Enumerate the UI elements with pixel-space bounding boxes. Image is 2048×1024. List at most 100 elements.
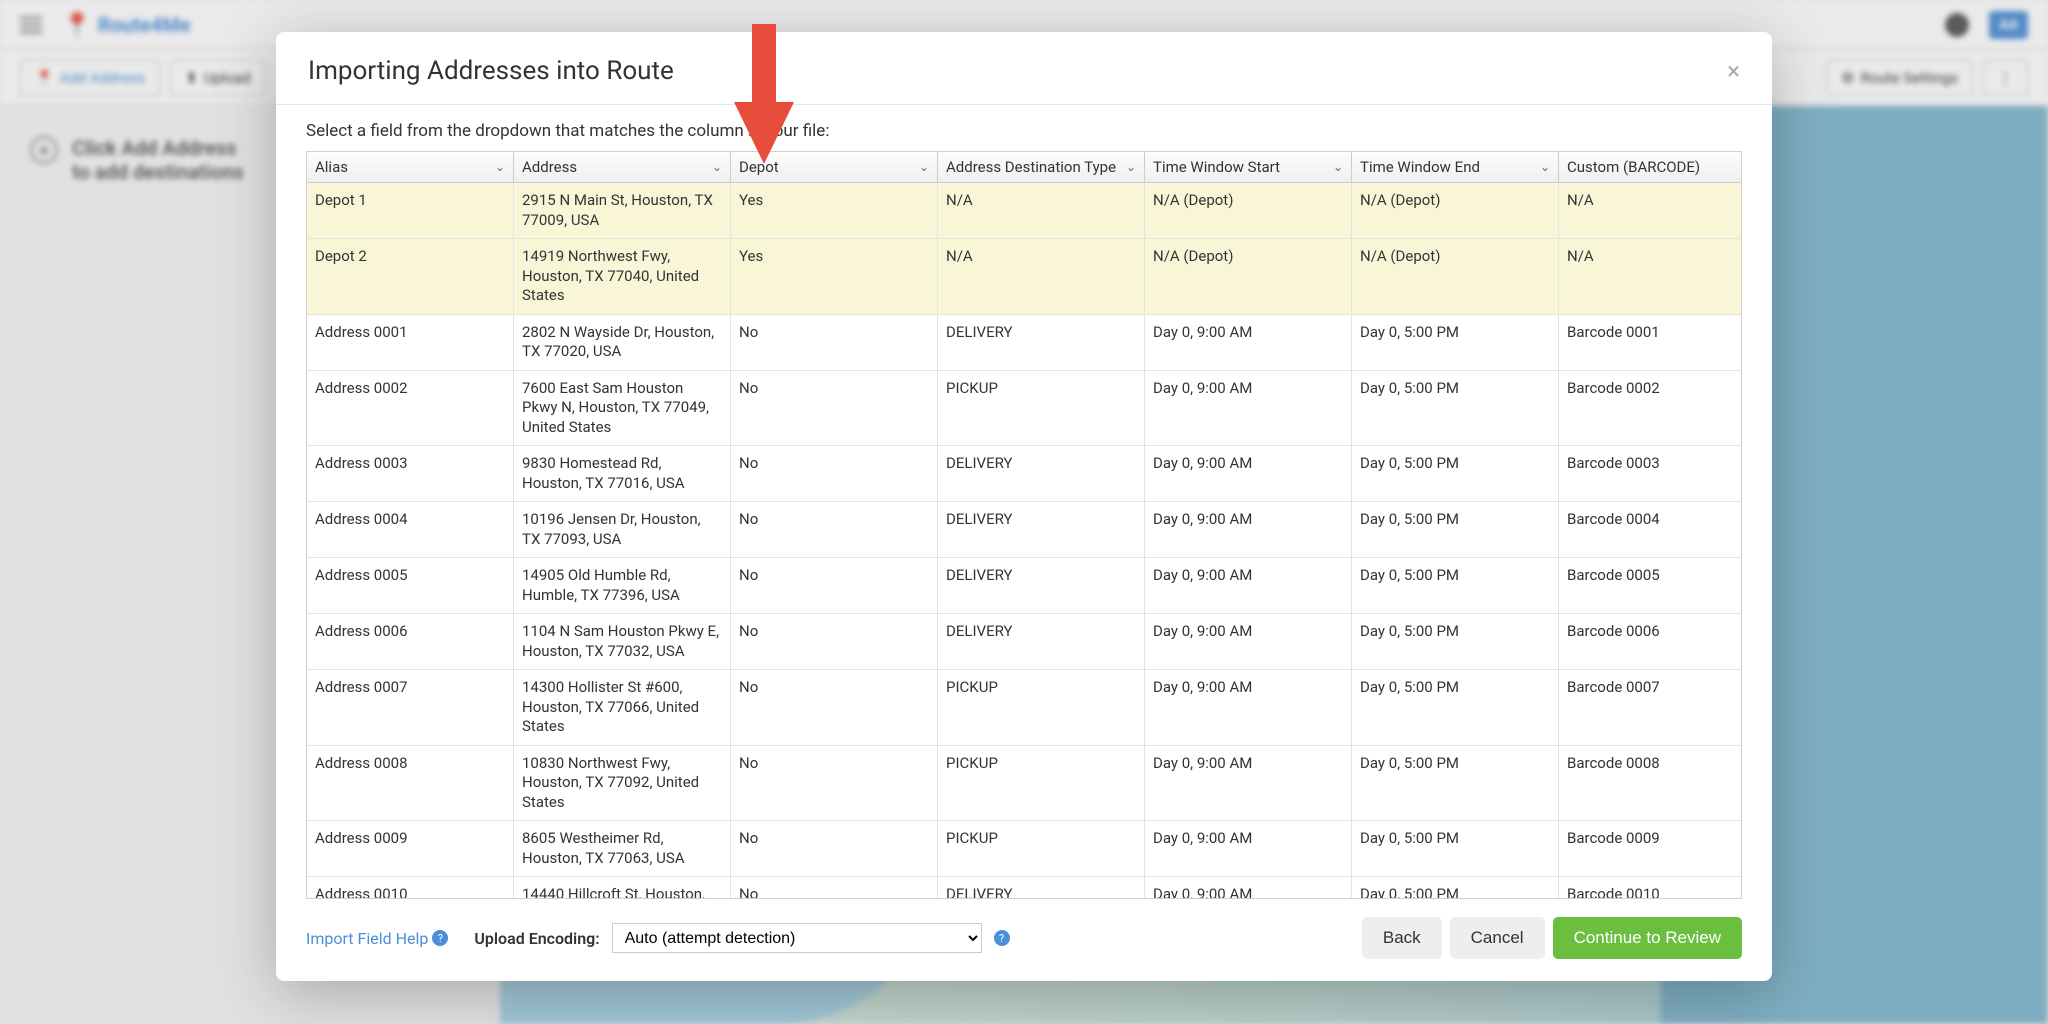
table-cell: No (731, 502, 938, 557)
table-cell: Address 0005 (307, 558, 514, 613)
column-dropdown[interactable]: Time Window End ⌄ (1352, 152, 1559, 182)
table-cell: Address 0006 (307, 614, 514, 669)
table-cell: 7600 East Sam Houston Pkwy N, Houston, T… (514, 371, 731, 446)
table-cell: Day 0, 5:00 PM (1352, 446, 1559, 501)
table-cell: Day 0, 9:00 AM (1145, 558, 1352, 613)
table-cell: Day 0, 9:00 AM (1145, 614, 1352, 669)
table-cell: PICKUP (938, 371, 1145, 446)
column-label: Time Window Start (1153, 158, 1280, 176)
continue-to-review-button[interactable]: Continue to Review (1553, 917, 1742, 959)
table-cell: Barcode 0007 (1559, 670, 1741, 745)
table-cell: DELIVERY (938, 558, 1145, 613)
table-cell: 10830 Northwest Fwy, Houston, TX 77092, … (514, 746, 731, 821)
table-cell: Day 0, 9:00 AM (1145, 821, 1352, 876)
chevron-down-icon: ⌄ (1126, 160, 1136, 174)
table-cell: Day 0, 5:00 PM (1352, 315, 1559, 370)
table-cell: 8605 Westheimer Rd, Houston, TX 77063, U… (514, 821, 731, 876)
table-cell: Day 0, 5:00 PM (1352, 614, 1559, 669)
table-cell: 14300 Hollister St #600, Houston, TX 770… (514, 670, 731, 745)
table-cell: Barcode 0005 (1559, 558, 1741, 613)
encoding-select[interactable]: Auto (attempt detection) (612, 923, 982, 953)
table-cell: 14440 Hillcroft St, Houston, TX 77085, U… (514, 877, 731, 899)
mapping-table: Alias⌄Address⌄Depot⌄Address Destination … (306, 151, 1742, 899)
table-row: Address 000714300 Hollister St #600, Hou… (307, 670, 1741, 746)
chevron-down-icon: ⌄ (1540, 160, 1550, 174)
chevron-down-icon: ⌄ (1333, 160, 1343, 174)
column-label: Address (522, 158, 577, 176)
table-cell: Depot 2 (307, 239, 514, 314)
table-cell: Address 0008 (307, 746, 514, 821)
table-row: Address 00039830 Homestead Rd, Houston, … (307, 446, 1741, 502)
table-cell: PICKUP (938, 670, 1145, 745)
table-cell: Barcode 0006 (1559, 614, 1741, 669)
column-dropdown[interactable]: Alias⌄ (307, 152, 514, 182)
import-field-help-link[interactable]: Import Field Help ? (306, 929, 448, 948)
column-dropdown[interactable]: Depot⌄ (731, 152, 938, 182)
table-cell: Address 0003 (307, 446, 514, 501)
table-cell: No (731, 670, 938, 745)
column-dropdown[interactable]: Custom (BARCODE)⌄ (1559, 152, 1742, 182)
column-label: Address Destination Type (946, 158, 1116, 176)
column-dropdown[interactable]: Time Window Start ⌄ (1145, 152, 1352, 182)
table-cell: Yes (731, 239, 938, 314)
table-row: Depot 12915 N Main St, Houston, TX 77009… (307, 183, 1741, 239)
table-cell: No (731, 821, 938, 876)
table-cell: Address 0001 (307, 315, 514, 370)
table-cell: 14919 Northwest Fwy, Houston, TX 77040, … (514, 239, 731, 314)
import-addresses-modal: Importing Addresses into Route × Select … (276, 32, 1772, 981)
column-dropdown[interactable]: Address ⌄ (514, 152, 731, 182)
help-icon[interactable]: ? (994, 930, 1010, 946)
table-cell: Address 0007 (307, 670, 514, 745)
table-cell: Day 0, 5:00 PM (1352, 371, 1559, 446)
table-cell: Day 0, 9:00 AM (1145, 446, 1352, 501)
table-cell: No (731, 371, 938, 446)
encoding-label: Upload Encoding: (474, 929, 599, 948)
table-cell: Address 0010 (307, 877, 514, 899)
table-row: Address 00027600 East Sam Houston Pkwy N… (307, 371, 1741, 447)
table-cell: N/A (938, 239, 1145, 314)
table-cell: DELIVERY (938, 315, 1145, 370)
table-cell: 1104 N Sam Houston Pkwy E, Houston, TX 7… (514, 614, 731, 669)
table-row: Address 000514905 Old Humble Rd, Humble,… (307, 558, 1741, 614)
table-cell: Barcode 0008 (1559, 746, 1741, 821)
table-cell: No (731, 558, 938, 613)
table-body[interactable]: Depot 12915 N Main St, Houston, TX 77009… (307, 183, 1741, 899)
table-row: Address 000810830 Northwest Fwy, Houston… (307, 746, 1741, 822)
column-dropdown[interactable]: Address Destination Type ⌄ (938, 152, 1145, 182)
table-cell: 2802 N Wayside Dr, Houston, TX 77020, US… (514, 315, 731, 370)
column-label: Time Window End (1360, 158, 1480, 176)
table-cell: N/A (1559, 239, 1741, 314)
help-icon: ? (432, 930, 448, 946)
table-row: Address 000410196 Jensen Dr, Houston, TX… (307, 502, 1741, 558)
table-cell: Address 0004 (307, 502, 514, 557)
table-cell: Day 0, 9:00 AM (1145, 315, 1352, 370)
table-row: Address 00098605 Westheimer Rd, Houston,… (307, 821, 1741, 877)
table-cell: Barcode 0004 (1559, 502, 1741, 557)
cancel-button[interactable]: Cancel (1450, 917, 1545, 959)
table-cell: Day 0, 5:00 PM (1352, 877, 1559, 899)
table-cell: Depot 1 (307, 183, 514, 238)
table-cell: Address 0009 (307, 821, 514, 876)
table-cell: PICKUP (938, 746, 1145, 821)
modal-title: Importing Addresses into Route (308, 56, 674, 86)
table-cell: No (731, 614, 938, 669)
table-cell: Barcode 0009 (1559, 821, 1741, 876)
table-row: Address 001014440 Hillcroft St, Houston,… (307, 877, 1741, 899)
table-cell: N/A (Depot) (1352, 239, 1559, 314)
table-cell: Barcode 0001 (1559, 315, 1741, 370)
table-cell: Day 0, 9:00 AM (1145, 877, 1352, 899)
table-cell: DELIVERY (938, 877, 1145, 899)
chevron-down-icon: ⌄ (712, 160, 722, 174)
table-cell: N/A (Depot) (1145, 183, 1352, 238)
back-button[interactable]: Back (1362, 917, 1442, 959)
table-cell: No (731, 746, 938, 821)
chevron-down-icon: ⌄ (495, 160, 505, 174)
table-cell: 14905 Old Humble Rd, Humble, TX 77396, U… (514, 558, 731, 613)
table-cell: Day 0, 5:00 PM (1352, 558, 1559, 613)
table-cell: Address 0002 (307, 371, 514, 446)
table-cell: N/A (Depot) (1145, 239, 1352, 314)
table-cell: 9830 Homestead Rd, Houston, TX 77016, US… (514, 446, 731, 501)
table-cell: N/A (938, 183, 1145, 238)
close-icon[interactable]: × (1727, 57, 1740, 85)
table-cell: DELIVERY (938, 502, 1145, 557)
